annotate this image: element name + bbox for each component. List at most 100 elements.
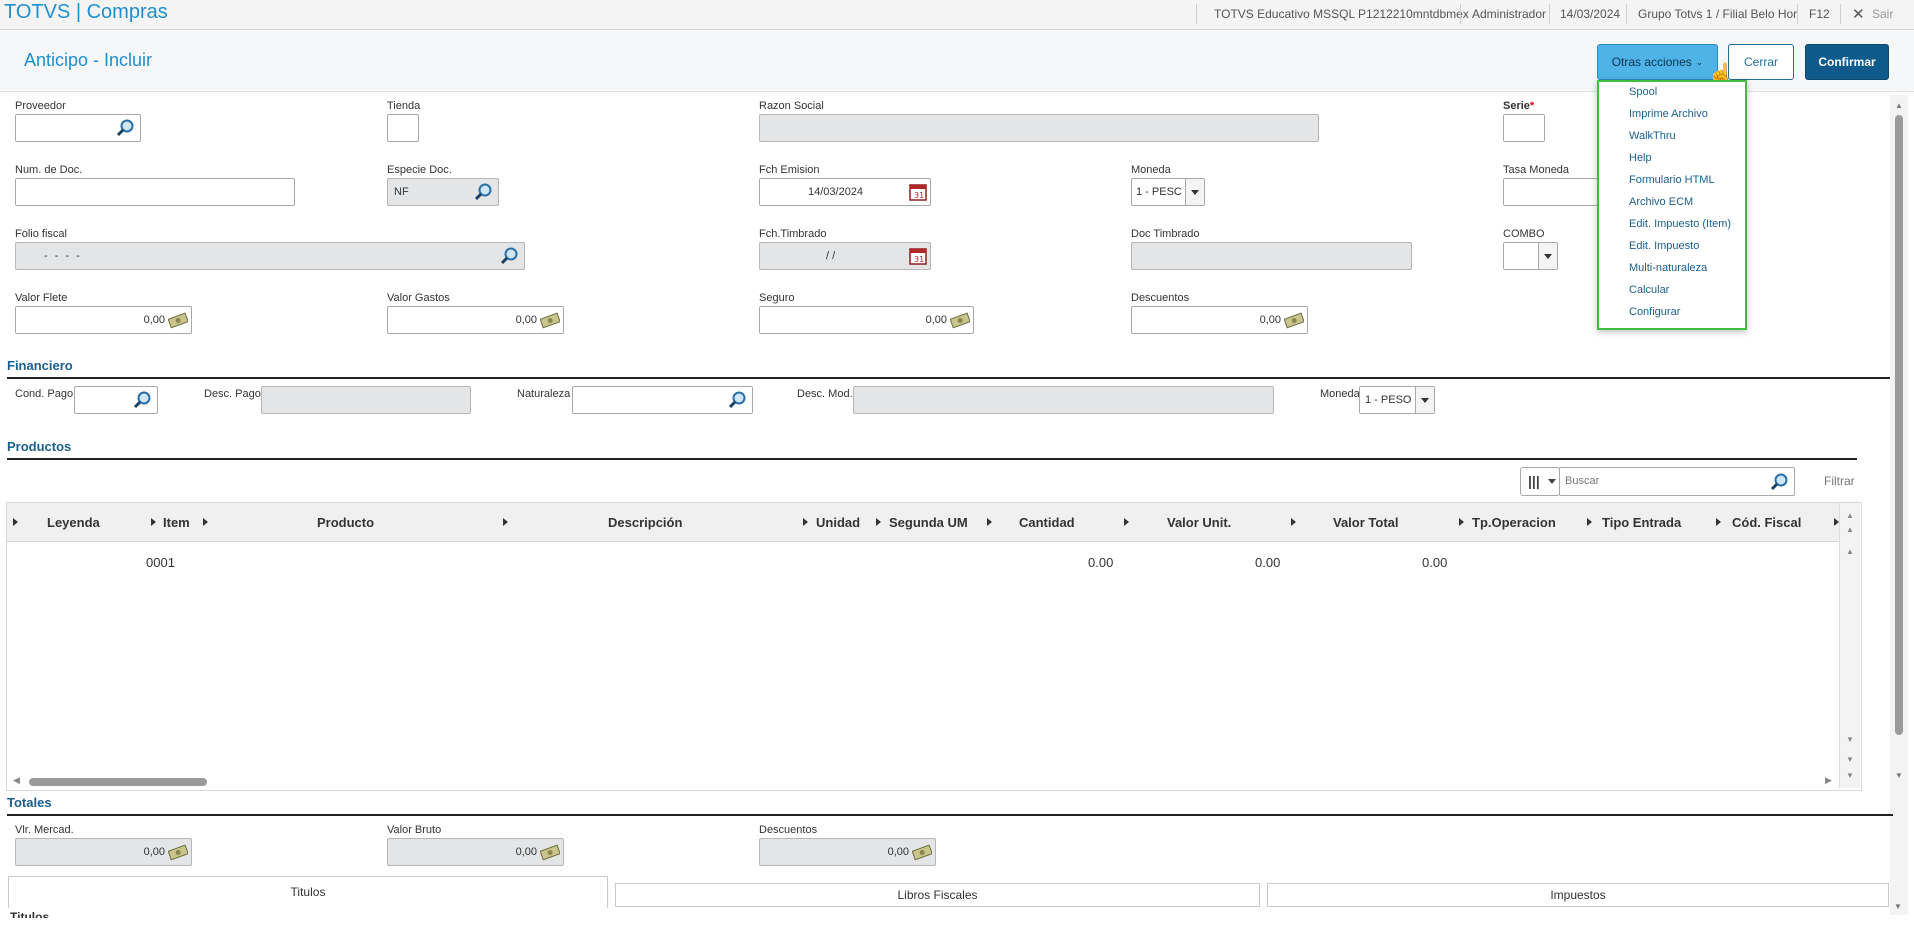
sort-arrow-icon[interactable] (987, 518, 992, 526)
col-tipo-entrada[interactable]: Tipo Entrada (1602, 515, 1681, 530)
dropdown-arrow-icon[interactable] (1538, 243, 1557, 269)
scroll-up-icon[interactable]: ▲ (1895, 101, 1903, 110)
sort-arrow-icon[interactable] (13, 518, 18, 526)
scroll-right-icon[interactable]: ▶ (1825, 775, 1832, 786)
menu-item-multi-naturaleza[interactable]: Multi-naturaleza (1629, 262, 1707, 274)
money-icon[interactable] (950, 310, 970, 330)
num-doc-input[interactable] (15, 178, 295, 206)
scrollbar-thumb[interactable] (29, 778, 207, 786)
dropdown-arrow-icon[interactable] (1185, 179, 1204, 205)
col-leyenda[interactable]: Leyenda (47, 515, 100, 530)
money-icon[interactable] (1284, 310, 1304, 330)
folio-fiscal-input[interactable]: - - - - (15, 242, 525, 270)
sort-arrow-icon[interactable] (1459, 518, 1464, 526)
scroll-down-icon[interactable]: ▼ (1846, 735, 1854, 744)
tab-titulos[interactable]: Titulos (8, 876, 608, 908)
proveedor-input[interactable] (15, 114, 141, 142)
fch-timbrado-input[interactable]: / / 31 (759, 242, 931, 270)
menu-item-edit-impuesto[interactable]: Edit. Impuesto (1629, 240, 1699, 252)
cell-valor-unit[interactable]: 0.00 (1255, 555, 1280, 570)
col-item[interactable]: Item (163, 515, 190, 530)
money-icon[interactable] (168, 310, 188, 330)
grid-search-input[interactable]: Buscar (1559, 467, 1795, 496)
sort-arrow-icon[interactable] (803, 518, 808, 526)
cond-pago-input[interactable] (74, 386, 158, 414)
sort-arrow-icon[interactable] (151, 518, 156, 526)
dropdown-arrow-icon[interactable] (1415, 387, 1434, 413)
menu-item-help[interactable]: Help (1629, 152, 1652, 164)
especie-doc-input[interactable]: NF (387, 178, 499, 206)
search-icon[interactable] (474, 182, 494, 202)
sort-arrow-icon[interactable] (1716, 518, 1721, 526)
search-icon[interactable] (116, 118, 136, 138)
valor-flete-input[interactable]: 0,00 (15, 306, 192, 334)
moneda-fin-select[interactable]: 1 - PESO (1359, 386, 1435, 414)
col-tp-operacion[interactable]: Tp.Operacion (1472, 515, 1556, 530)
menu-item-spool[interactable]: Spool (1629, 86, 1657, 98)
exit-link[interactable]: Sair (1872, 7, 1893, 21)
scroll-top-icon[interactable]: ▲ (1846, 525, 1854, 534)
col-valor-unit[interactable]: Valor Unit. (1167, 515, 1231, 530)
user-label[interactable]: Administrador (1472, 7, 1546, 21)
scroll-bottom-icon[interactable]: ▼ (1846, 755, 1854, 764)
menu-item-archivo-ecm[interactable]: Archivo ECM (1629, 196, 1693, 208)
naturaleza-input[interactable] (572, 386, 753, 414)
serie-input[interactable] (1503, 114, 1545, 142)
menu-item-walkthru[interactable]: WalkThru (1629, 130, 1676, 142)
sort-arrow-icon[interactable] (1587, 518, 1592, 526)
col-valor-total[interactable]: Valor Total (1333, 515, 1399, 530)
col-unidad[interactable]: Unidad (816, 515, 860, 530)
calendar-icon[interactable]: 31 (908, 182, 928, 202)
menu-item-edit-impuesto-item[interactable]: Edit. Impuesto (Item) (1629, 218, 1731, 230)
grid-horizontal-scrollbar[interactable]: ◀ ▶ (7, 773, 1839, 789)
branch-label[interactable]: Grupo Totvs 1 / Filial Belo Hor (1638, 7, 1797, 21)
menu-item-calcular[interactable]: Calcular (1629, 284, 1669, 296)
col-producto[interactable]: Producto (317, 515, 374, 530)
page-vertical-scrollbar[interactable]: ▲ ▼ (1890, 95, 1908, 915)
cell-valor-total[interactable]: 0.00 (1422, 555, 1447, 570)
help-key[interactable]: F12 (1809, 7, 1830, 21)
cell-item[interactable]: 0001 (146, 555, 175, 570)
sort-arrow-icon[interactable] (1291, 518, 1296, 526)
scrollbar-thumb[interactable] (1895, 115, 1903, 735)
moneda-select[interactable]: 1 - PESC (1131, 178, 1205, 206)
column-chooser-button[interactable]: ||| (1520, 467, 1560, 496)
col-cantidad[interactable]: Cantidad (1019, 515, 1075, 530)
tienda-input[interactable] (387, 114, 419, 142)
confirmar-button[interactable]: Confirmar (1805, 44, 1889, 80)
scroll-down-icon[interactable]: ▼ (1895, 771, 1903, 780)
search-icon[interactable] (133, 390, 153, 410)
scroll-up-icon[interactable]: ▲ (1846, 511, 1854, 520)
scroll-left-icon[interactable]: ◀ (13, 775, 20, 786)
money-icon[interactable] (540, 310, 560, 330)
combo-select[interactable] (1503, 242, 1558, 270)
col-cod-fiscal[interactable]: Cód. Fiscal (1732, 515, 1801, 530)
close-icon[interactable]: ✕ (1852, 5, 1865, 23)
tasa-moneda-input[interactable] (1503, 178, 1598, 206)
valor-gastos-input[interactable]: 0,00 (387, 306, 564, 334)
col-segunda-um[interactable]: Segunda UM (889, 515, 968, 530)
calendar-icon[interactable]: 31 (908, 246, 928, 266)
sort-arrow-icon[interactable] (503, 518, 508, 526)
search-icon[interactable] (500, 246, 520, 266)
descuentos-input[interactable]: 0,00 (1131, 306, 1308, 334)
otras-acciones-button[interactable]: Otras acciones ⌄ (1597, 44, 1718, 80)
search-icon[interactable] (728, 390, 748, 410)
filter-button[interactable]: Filtrar (1824, 474, 1855, 488)
tab-libros-fiscales[interactable]: Libros Fiscales (615, 883, 1260, 907)
menu-item-formulario-html[interactable]: Formulario HTML (1629, 174, 1715, 186)
grid-vertical-scrollbar[interactable]: ▲ ▲ ▲ ▼ ▼ ▼ (1839, 503, 1860, 788)
menu-item-imprime-archivo[interactable]: Imprime Archivo (1629, 108, 1708, 120)
scroll-down-icon[interactable]: ▼ (1894, 902, 1902, 911)
scroll-up-icon[interactable]: ▲ (1846, 547, 1854, 556)
fch-emision-input[interactable]: 14/03/2024 31 (759, 178, 931, 206)
menu-item-configurar[interactable]: Configurar (1629, 306, 1680, 318)
sort-arrow-icon[interactable] (1124, 518, 1129, 526)
sort-arrow-icon[interactable] (203, 518, 208, 526)
sort-arrow-icon[interactable] (876, 518, 881, 526)
cell-cantidad[interactable]: 0.00 (1088, 555, 1113, 570)
cerrar-button[interactable]: Cerrar (1728, 44, 1794, 80)
scroll-down-icon[interactable]: ▼ (1846, 771, 1854, 780)
search-icon[interactable] (1770, 472, 1790, 492)
tab-impuestos[interactable]: Impuestos (1267, 883, 1889, 907)
